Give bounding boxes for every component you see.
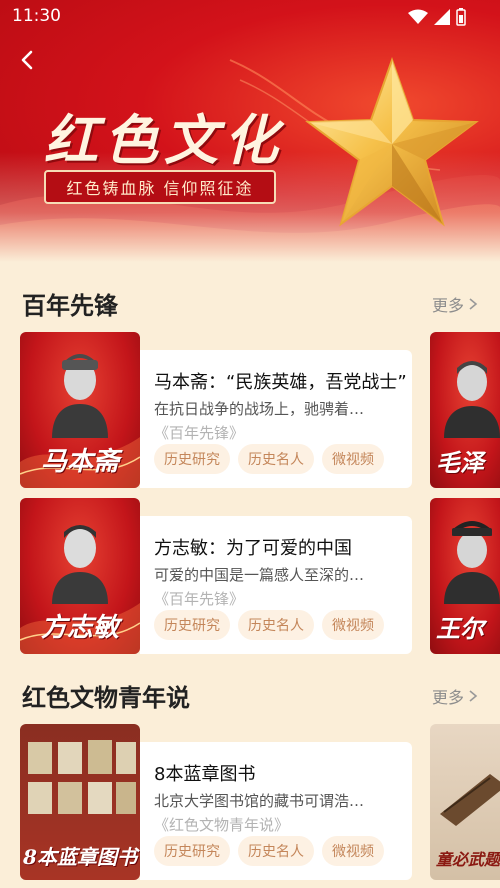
card-row: 8本蓝章图书 8本蓝章图书 北京大学图书馆的藏书可谓浩… 《红色文物青年说》 历… (0, 724, 500, 880)
card-source: 《红色文物青年说》 (154, 816, 290, 834)
card-body: 方志敏：为了可爱的中国 可爱的中国是一篇感人至深的… 《百年先锋》 历史研究 历… (140, 516, 412, 654)
tag-chip[interactable]: 微视频 (322, 836, 384, 866)
card-description: 在抗日战争的战场上，驰骋着… (154, 400, 365, 418)
portrait-image (444, 521, 500, 604)
back-button[interactable] (14, 46, 42, 74)
tag-list: 历史研究 历史名人 微视频 (154, 610, 384, 640)
next-card-peek[interactable]: 毛泽 (430, 332, 500, 488)
signal-icon (434, 9, 450, 25)
section-header-pioneers: 百年先锋 更多 (0, 282, 500, 322)
portrait-image (444, 361, 500, 438)
more-label: 更多 (431, 688, 464, 707)
more-link[interactable]: 更多 (432, 684, 478, 708)
card-thumbnail: 马本斋 (20, 332, 140, 488)
next-card-peek[interactable]: 童必武题 (430, 724, 500, 880)
status-time: 11:30 (12, 6, 61, 26)
card-source: 《百年先锋》 (154, 424, 245, 442)
tag-chip[interactable]: 历史名人 (238, 610, 314, 640)
tag-chip[interactable]: 历史名人 (238, 836, 314, 866)
artifact-image (440, 774, 500, 826)
portrait-image (52, 525, 108, 604)
tag-chip[interactable]: 微视频 (322, 610, 384, 640)
card-title: 方志敏：为了可爱的中国 (154, 538, 352, 559)
article-card[interactable]: 方志敏 方志敏：为了可爱的中国 可爱的中国是一篇感人至深的… 《百年先锋》 历史… (20, 498, 412, 654)
thumbnail-caption: 方志敏 (40, 613, 119, 643)
tag-list: 历史研究 历史名人 微视频 (154, 836, 384, 866)
portrait-image (52, 354, 108, 438)
status-bar: 11:30 (0, 0, 500, 34)
status-icons (408, 8, 466, 26)
tag-chip[interactable]: 历史名人 (238, 444, 314, 474)
wifi-icon (408, 9, 428, 24)
thumbnail-caption: 毛泽 (436, 448, 484, 477)
more-link[interactable]: 更多 (432, 292, 478, 316)
hero-banner: 11:30 红色文化 红色铸血脉 信仰照征途 (0, 0, 500, 262)
books-image (28, 740, 136, 814)
tag-chip[interactable]: 历史研究 (154, 610, 230, 640)
thumbnail-caption: 童必武题 (436, 850, 500, 869)
card-source: 《百年先锋》 (154, 590, 245, 608)
card-row: 马本斋 马本斋：“民族英雄，吾党战士” 在抗日战争的战场上，驰骋着… 《百年先锋… (0, 332, 500, 488)
tag-chip[interactable]: 历史研究 (154, 444, 230, 474)
tag-chip[interactable]: 历史研究 (154, 836, 230, 866)
chevron-right-icon (469, 298, 478, 310)
thumbnail-caption: 8本蓝章图书 (23, 845, 137, 869)
section-header-artifacts: 红色文物青年说 更多 (0, 674, 500, 714)
banner-title: 红色文化 (44, 108, 284, 172)
thumbnail-caption: 王尔 (436, 614, 484, 643)
card-title: 马本斋：“民族英雄，吾党战士” (154, 372, 407, 393)
card-title: 8本蓝章图书 (154, 764, 256, 785)
thumbnail-caption: 马本斋 (40, 447, 119, 477)
article-card[interactable]: 马本斋 马本斋：“民族英雄，吾党战士” 在抗日战争的战场上，驰骋着… 《百年先锋… (20, 332, 412, 488)
article-card[interactable]: 8本蓝章图书 8本蓝章图书 北京大学图书馆的藏书可谓浩… 《红色文物青年说》 历… (20, 724, 412, 880)
next-card-peek[interactable]: 王尔 (430, 498, 500, 654)
section-title: 红色文物青年说 (22, 684, 190, 712)
chevron-right-icon (469, 690, 478, 702)
banner-subtitle: 红色铸血脉 信仰照征途 (44, 170, 276, 204)
card-thumbnail: 8本蓝章图书 (20, 724, 140, 880)
card-thumbnail: 方志敏 (20, 498, 140, 654)
gold-star-icon (305, 56, 479, 227)
section-title: 百年先锋 (22, 292, 118, 320)
more-label: 更多 (431, 296, 464, 315)
card-description: 可爱的中国是一篇感人至深的… (154, 566, 365, 584)
card-body: 马本斋：“民族英雄，吾党战士” 在抗日战争的战场上，驰骋着… 《百年先锋》 历史… (140, 350, 412, 488)
battery-icon (456, 8, 466, 26)
tag-list: 历史研究 历史名人 微视频 (154, 444, 384, 474)
card-description: 北京大学图书馆的藏书可谓浩… (154, 792, 365, 810)
card-body: 8本蓝章图书 北京大学图书馆的藏书可谓浩… 《红色文物青年说》 历史研究 历史名… (140, 742, 412, 880)
tag-chip[interactable]: 微视频 (322, 444, 384, 474)
card-row: 方志敏 方志敏：为了可爱的中国 可爱的中国是一篇感人至深的… 《百年先锋》 历史… (0, 498, 500, 654)
